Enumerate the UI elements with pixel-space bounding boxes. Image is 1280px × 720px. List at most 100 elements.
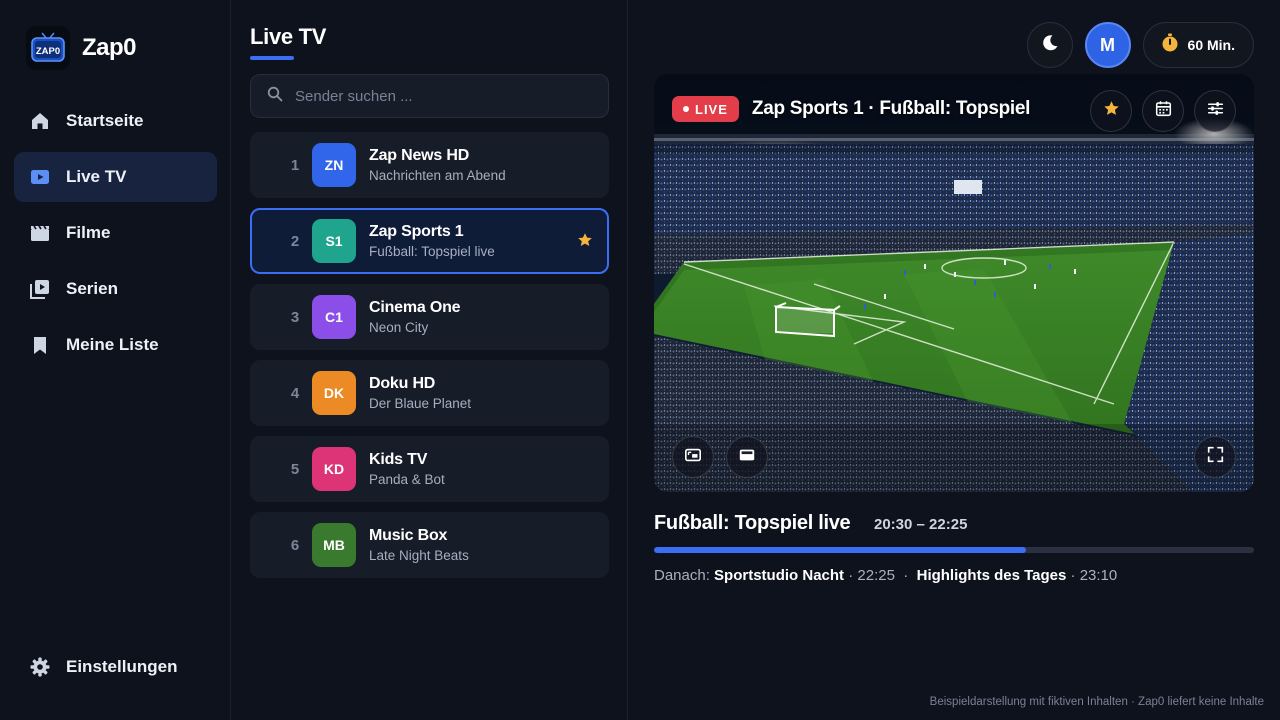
channel-name: Zap News HD [369,147,470,164]
channel-row[interactable]: 3 C1 Cinema One Neon City [250,284,609,350]
channel-name: Zap Sports 1 [369,223,464,240]
page-title: Live TV [250,24,327,49]
star-icon [1103,100,1120,122]
mini-player-button[interactable] [726,436,768,478]
channel-text: Zap News HD Nachrichten am Abend [369,147,506,183]
nav-label: Startseite [66,111,144,130]
nav-item-live-tv[interactable]: Live TV [14,152,217,202]
now-playing-time: 20:30 – 22:25 [874,516,968,533]
calendar-icon [1155,100,1172,122]
channel-text: Kids TV Panda & Bot [369,451,445,487]
separator: · [848,567,858,584]
favorite-button[interactable] [1090,90,1132,132]
search-box[interactable] [250,74,609,118]
channel-row[interactable]: 4 DK Doku HD Der Blaue Planet [250,360,609,426]
channel-program: Panda & Bot [369,472,445,487]
channel-number: 1 [290,156,300,174]
sliders-icon [1207,100,1224,122]
channel-number: 4 [290,384,300,402]
nav-item-serien[interactable]: Serien [14,264,217,314]
channel-row[interactable]: 1 ZN Zap News HD Nachrichten am Abend [250,132,609,198]
channel-logo: DK [312,371,356,415]
up-next-line: Danach: Sportstudio Nacht · 22:25 · High… [654,567,1117,584]
channel-logo: ZN [312,143,356,187]
channel-name: Doku HD [369,375,436,392]
fullscreen-icon [1207,446,1224,468]
channel-row[interactable]: 6 MB Music Box Late Night Beats [250,512,609,578]
settings-sliders-button[interactable] [1194,90,1236,132]
nav-label: Einstellungen [66,657,178,676]
sidebar: ZAP0 Zap0 Startseite Live TV Filme Serie… [0,0,231,720]
live-tv-icon [30,167,50,187]
footer-disclaimer: Beispieldarstellung mit fiktiven Inhalte… [929,696,1264,708]
channel-row[interactable]: 2 S1 Zap Sports 1 Fußball: Topspiel live [250,208,609,274]
search-input[interactable] [295,87,595,105]
theme-toggle-button[interactable] [1026,22,1073,68]
up-next-time: 22:25 [857,567,895,584]
nav-item-meine-liste[interactable]: Meine Liste [14,320,217,370]
epg-button[interactable] [1142,90,1184,132]
player-header: LIVE Zap Sports 1 · Fußball: Topspiel [672,96,1030,122]
channel-number: 2 [290,232,300,250]
timer-label: 60 Min. [1187,37,1235,53]
program-progress-bar [654,547,1254,553]
channel-text: Doku HD Der Blaue Planet [369,375,471,411]
nav-label: Meine Liste [66,335,159,354]
nav-label: Filme [66,223,111,242]
fullscreen-button[interactable] [1194,436,1236,478]
avatar[interactable]: M [1084,22,1131,68]
home-icon [30,111,50,131]
moon-icon [1041,34,1059,57]
channel-text: Zap Sports 1 Fußball: Topspiel live [369,223,495,259]
main-nav: Startseite Live TV Filme Serien Meine Li… [14,96,217,376]
channel-name: Cinema One [369,299,461,316]
favorite-star-icon[interactable] [577,232,593,253]
mini-player-icon [738,446,756,469]
channel-number: 3 [290,308,300,326]
channel-program: Neon City [369,320,429,335]
channel-number: 5 [290,460,300,478]
live-dot-icon [683,106,689,112]
up-next-prefix: Danach: [654,567,710,584]
video-player[interactable]: LIVE Zap Sports 1 · Fußball: Topspiel [654,74,1254,492]
separator: · [1070,567,1080,584]
timer-icon [1160,33,1180,58]
top-bar: M 60 Min. [1015,22,1254,68]
channel-logo: C1 [312,295,356,339]
nav-item-filme[interactable]: Filme [14,208,217,258]
svg-text:ZAP0: ZAP0 [36,46,60,57]
separator: · [899,567,917,584]
live-badge: LIVE [672,96,739,122]
program-progress-fill [654,547,1026,553]
nav-label: Live TV [66,167,127,186]
channel-name: Kids TV [369,451,428,468]
player-title: Zap Sports 1 · Fußball: Topspiel [751,98,1031,119]
channel-logo: S1 [312,219,356,263]
channel-row[interactable]: 5 KD Kids TV Panda & Bot [250,436,609,502]
up-next-title[interactable]: Sportstudio Nacht [714,567,844,584]
sleep-timer-button[interactable]: 60 Min. [1142,22,1254,68]
bookmark-icon [30,335,50,355]
app-name: Zap0 [82,34,137,61]
film-icon [30,223,50,243]
pip-icon [684,446,702,469]
channel-name: Music Box [369,527,448,544]
picture-in-picture-button[interactable] [672,436,714,478]
nav-bottom: Einstellungen [14,642,217,698]
up-next-title[interactable]: Highlights des Tages [917,567,1067,584]
channel-program: Der Blaue Planet [369,396,472,411]
now-playing-title: Fußball: Topspiel live [654,512,851,534]
app-logo: ZAP0 [26,26,70,70]
channel-program: Late Night Beats [369,548,469,563]
channel-text: Music Box Late Night Beats [369,527,469,563]
channel-program: Fußball: Topspiel live [369,244,495,259]
nav-item-einstellungen[interactable]: Einstellungen [14,642,217,692]
brand[interactable]: ZAP0 Zap0 [26,26,137,70]
channel-program: Nachrichten am Abend [369,168,506,183]
channel-logo: MB [312,523,356,567]
nav-item-startseite[interactable]: Startseite [14,96,217,146]
channel-logo: KD [312,447,356,491]
channel-list-panel: Live TV 1 ZN Zap News HD Nachrichten am Abe… [231,0,628,720]
channel-text: Cinema One Neon City [369,299,461,335]
up-next-time: 23:10 [1079,567,1118,584]
